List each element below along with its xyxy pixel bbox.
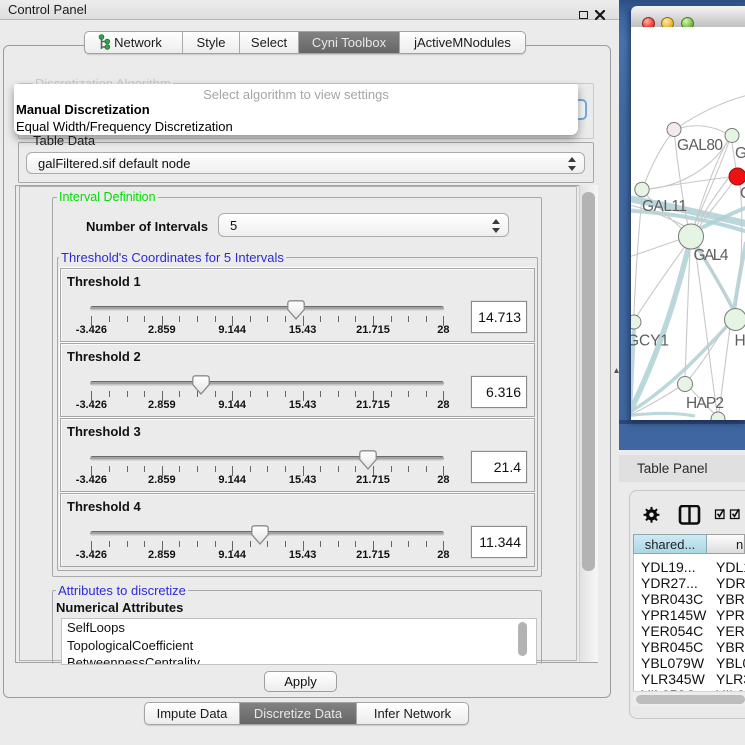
svg-text:CO: CO — [740, 185, 745, 202]
svg-text:HI: HI — [735, 333, 745, 350]
svg-text:GAL80: GAL80 — [677, 137, 723, 154]
svg-text:GAL4: GAL4 — [694, 247, 729, 264]
svg-text:GAL11: GAL11 — [642, 198, 687, 215]
svg-text:GCY1: GCY1 — [631, 333, 669, 350]
svg-text:HAP2: HAP2 — [686, 395, 724, 412]
svg-text:GA: GA — [735, 145, 745, 162]
